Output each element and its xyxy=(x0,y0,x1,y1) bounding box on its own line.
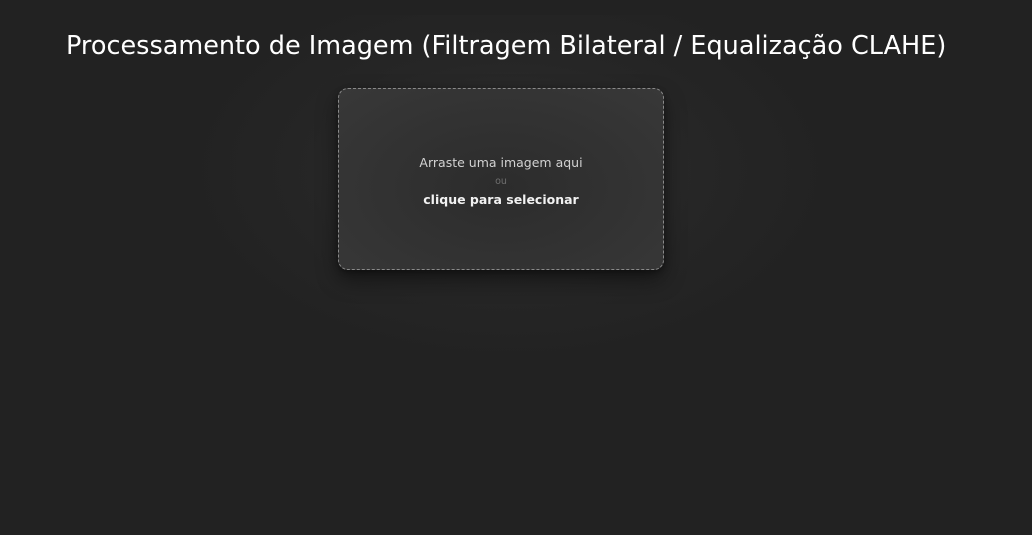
dropzone-or-text: ou xyxy=(495,176,507,187)
page-title: Processamento de Imagem (Filtragem Bilat… xyxy=(66,31,947,61)
dropzone-click-text[interactable]: clique para selecionar xyxy=(423,192,578,207)
image-dropzone[interactable]: Arraste uma imagem aqui ou clique para s… xyxy=(338,88,664,270)
dropzone-drag-text: Arraste uma imagem aqui xyxy=(419,155,583,170)
